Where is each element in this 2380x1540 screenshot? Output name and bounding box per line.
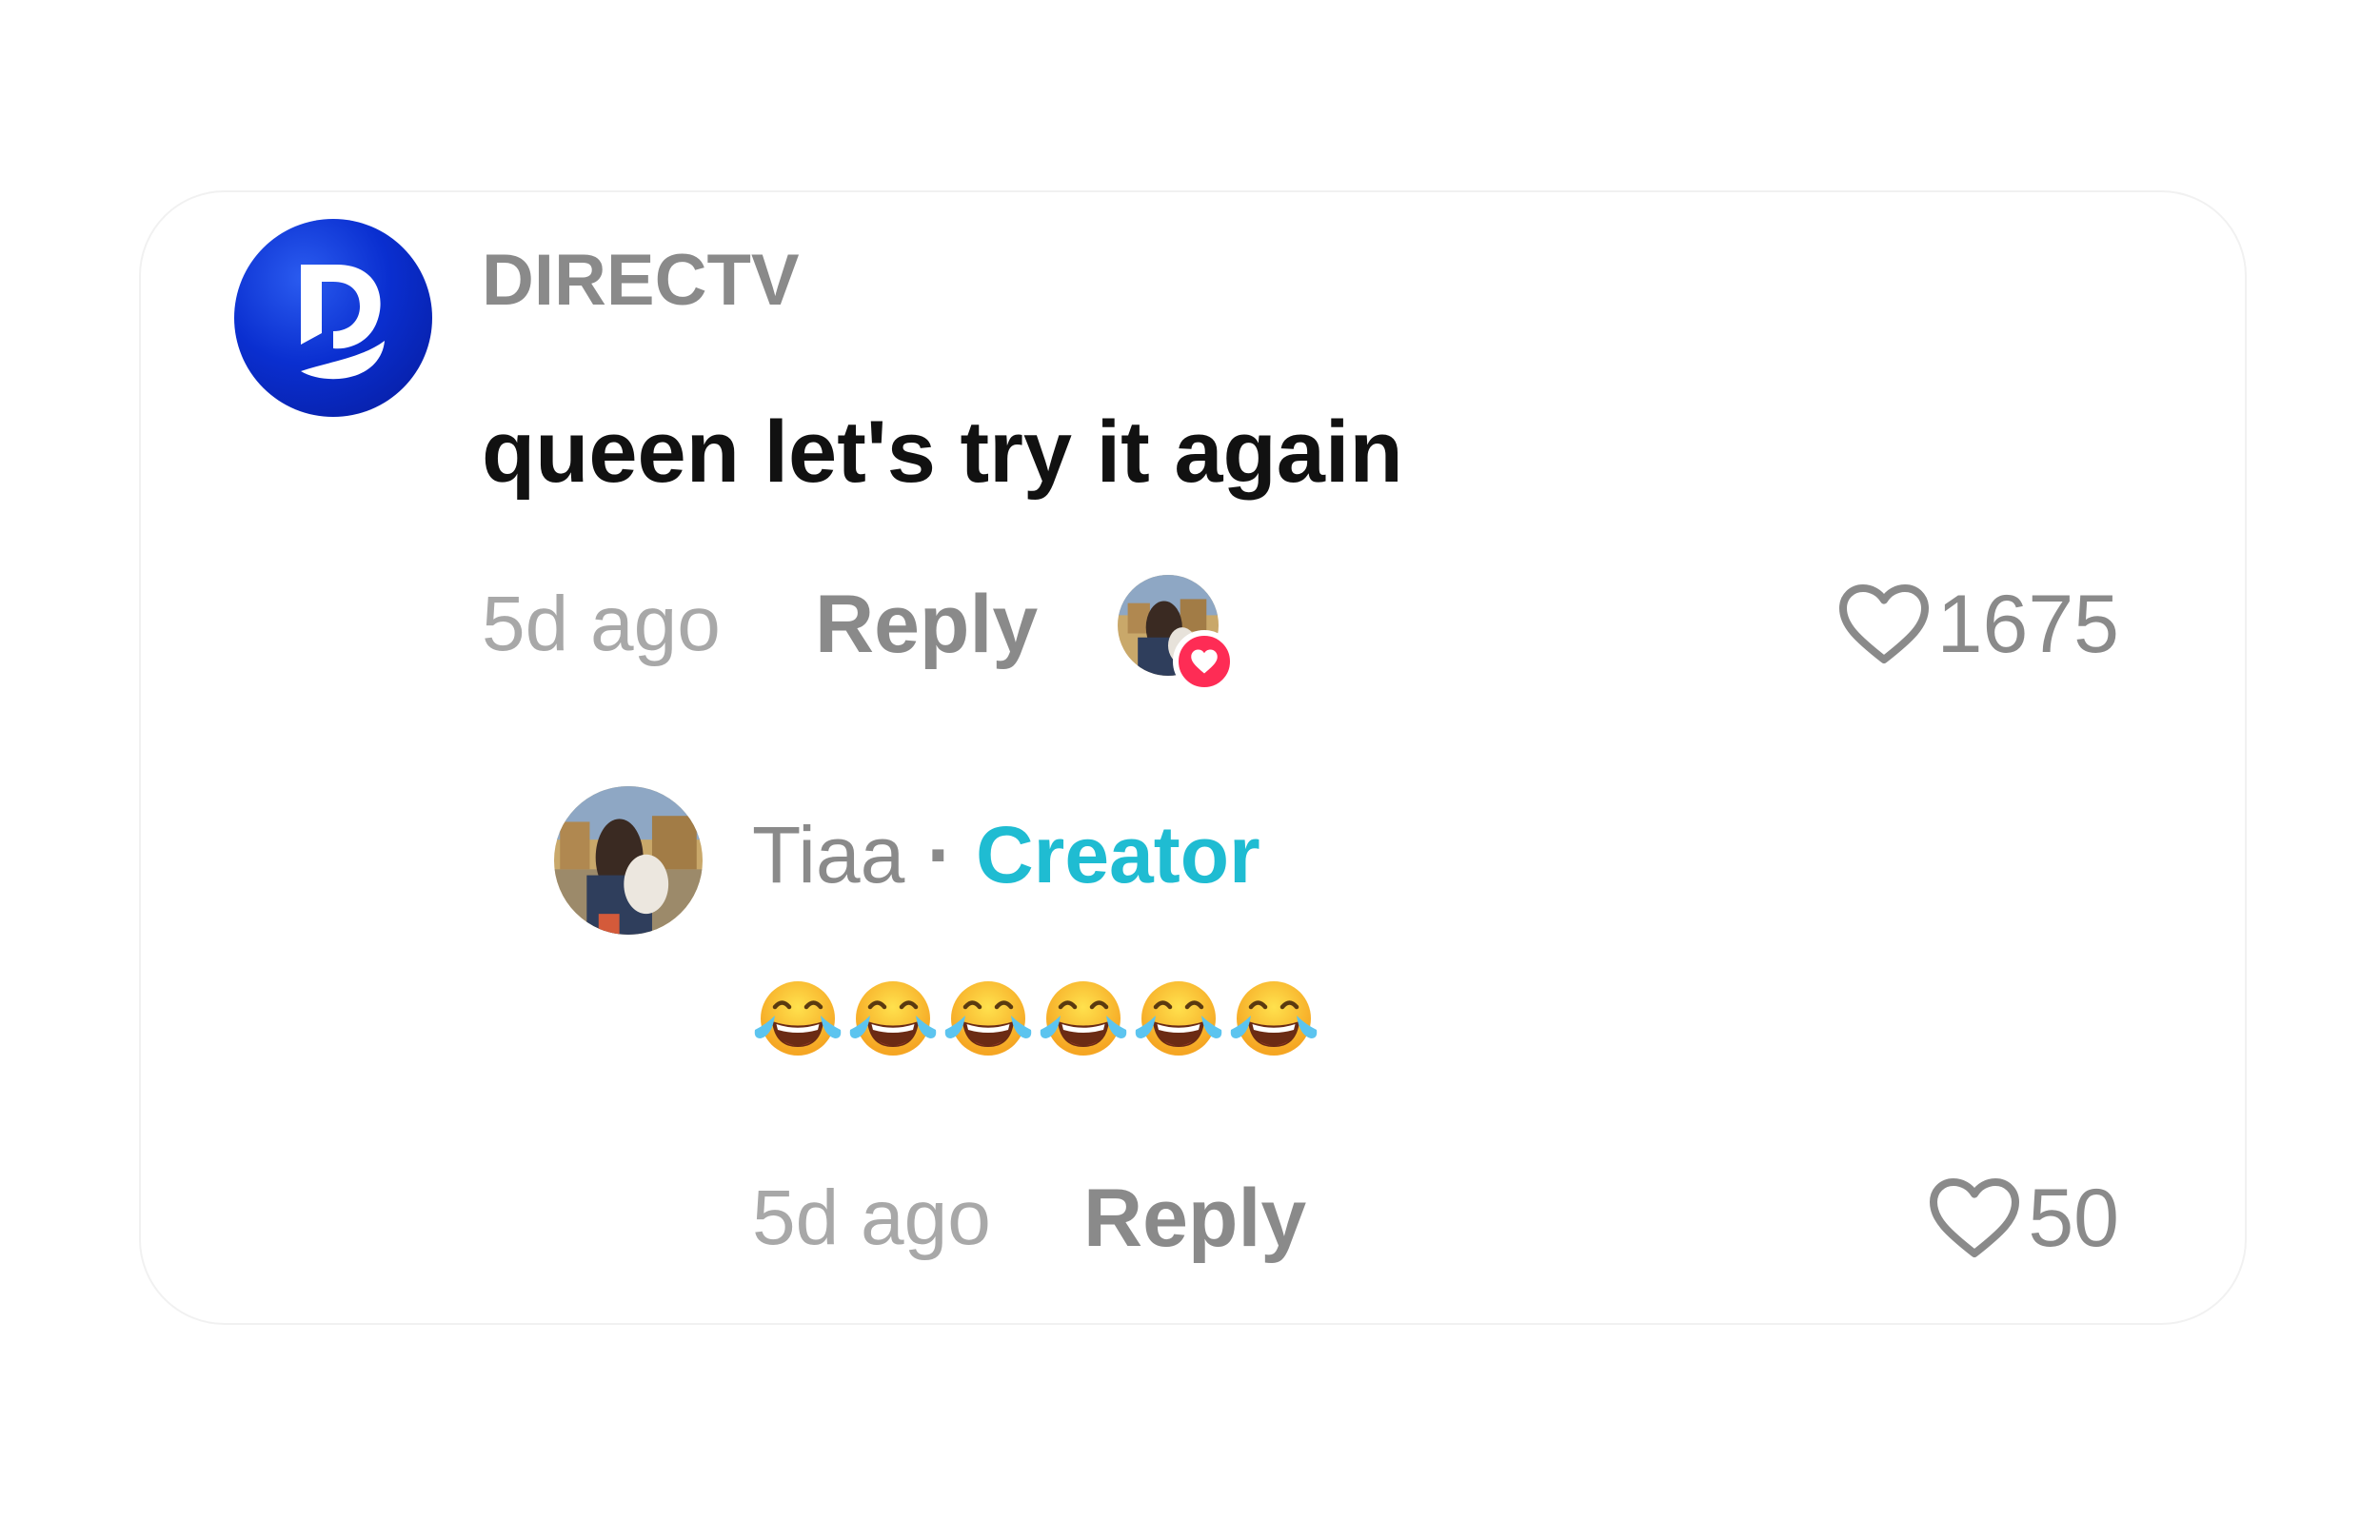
comment-text: queen let's try it again bbox=[482, 404, 1403, 501]
directv-logo-icon bbox=[301, 265, 385, 380]
heart-outline-icon bbox=[1930, 1178, 2020, 1257]
creator-badge: Creator bbox=[975, 810, 1260, 899]
reply-text bbox=[752, 973, 1319, 1064]
comment-card bbox=[139, 190, 2247, 1325]
reply-avatar[interactable] bbox=[554, 786, 703, 935]
reply-reply-button[interactable]: Reply bbox=[1083, 1173, 1306, 1264]
liked-by-creator-badge bbox=[1118, 575, 1236, 693]
reply-timestamp: 5d ago bbox=[752, 1175, 991, 1261]
directv-avatar[interactable] bbox=[234, 219, 432, 417]
comment-like-count: 1675 bbox=[1936, 579, 2119, 670]
comment-username[interactable]: DIRECTV bbox=[482, 238, 800, 324]
reply-like-count: 50 bbox=[2028, 1173, 2119, 1264]
face-with-tears-of-joy-icon bbox=[1135, 981, 1222, 1056]
comment-reply-button[interactable]: Reply bbox=[815, 579, 1038, 670]
face-with-tears-of-joy-icon bbox=[849, 981, 937, 1056]
comment-like-button[interactable]: 1675 bbox=[1790, 579, 2119, 670]
comment-timestamp: 5d ago bbox=[482, 581, 721, 667]
face-with-tears-of-joy-icon bbox=[944, 981, 1032, 1056]
creator-photo bbox=[554, 786, 703, 935]
reply-like-button[interactable]: 50 bbox=[1847, 1173, 2119, 1264]
creator-liked-heart-icon bbox=[1173, 630, 1236, 693]
heart-outline-icon bbox=[1838, 584, 1929, 663]
author-separator: · bbox=[926, 810, 954, 899]
face-with-tears-of-joy-icon bbox=[1040, 981, 1127, 1056]
reply-author-line: Tiaa · Creator bbox=[752, 807, 1260, 902]
face-with-tears-of-joy-icon bbox=[754, 981, 842, 1056]
face-with-tears-of-joy-icon bbox=[1230, 981, 1318, 1056]
reply-username[interactable]: Tiaa bbox=[752, 810, 904, 899]
